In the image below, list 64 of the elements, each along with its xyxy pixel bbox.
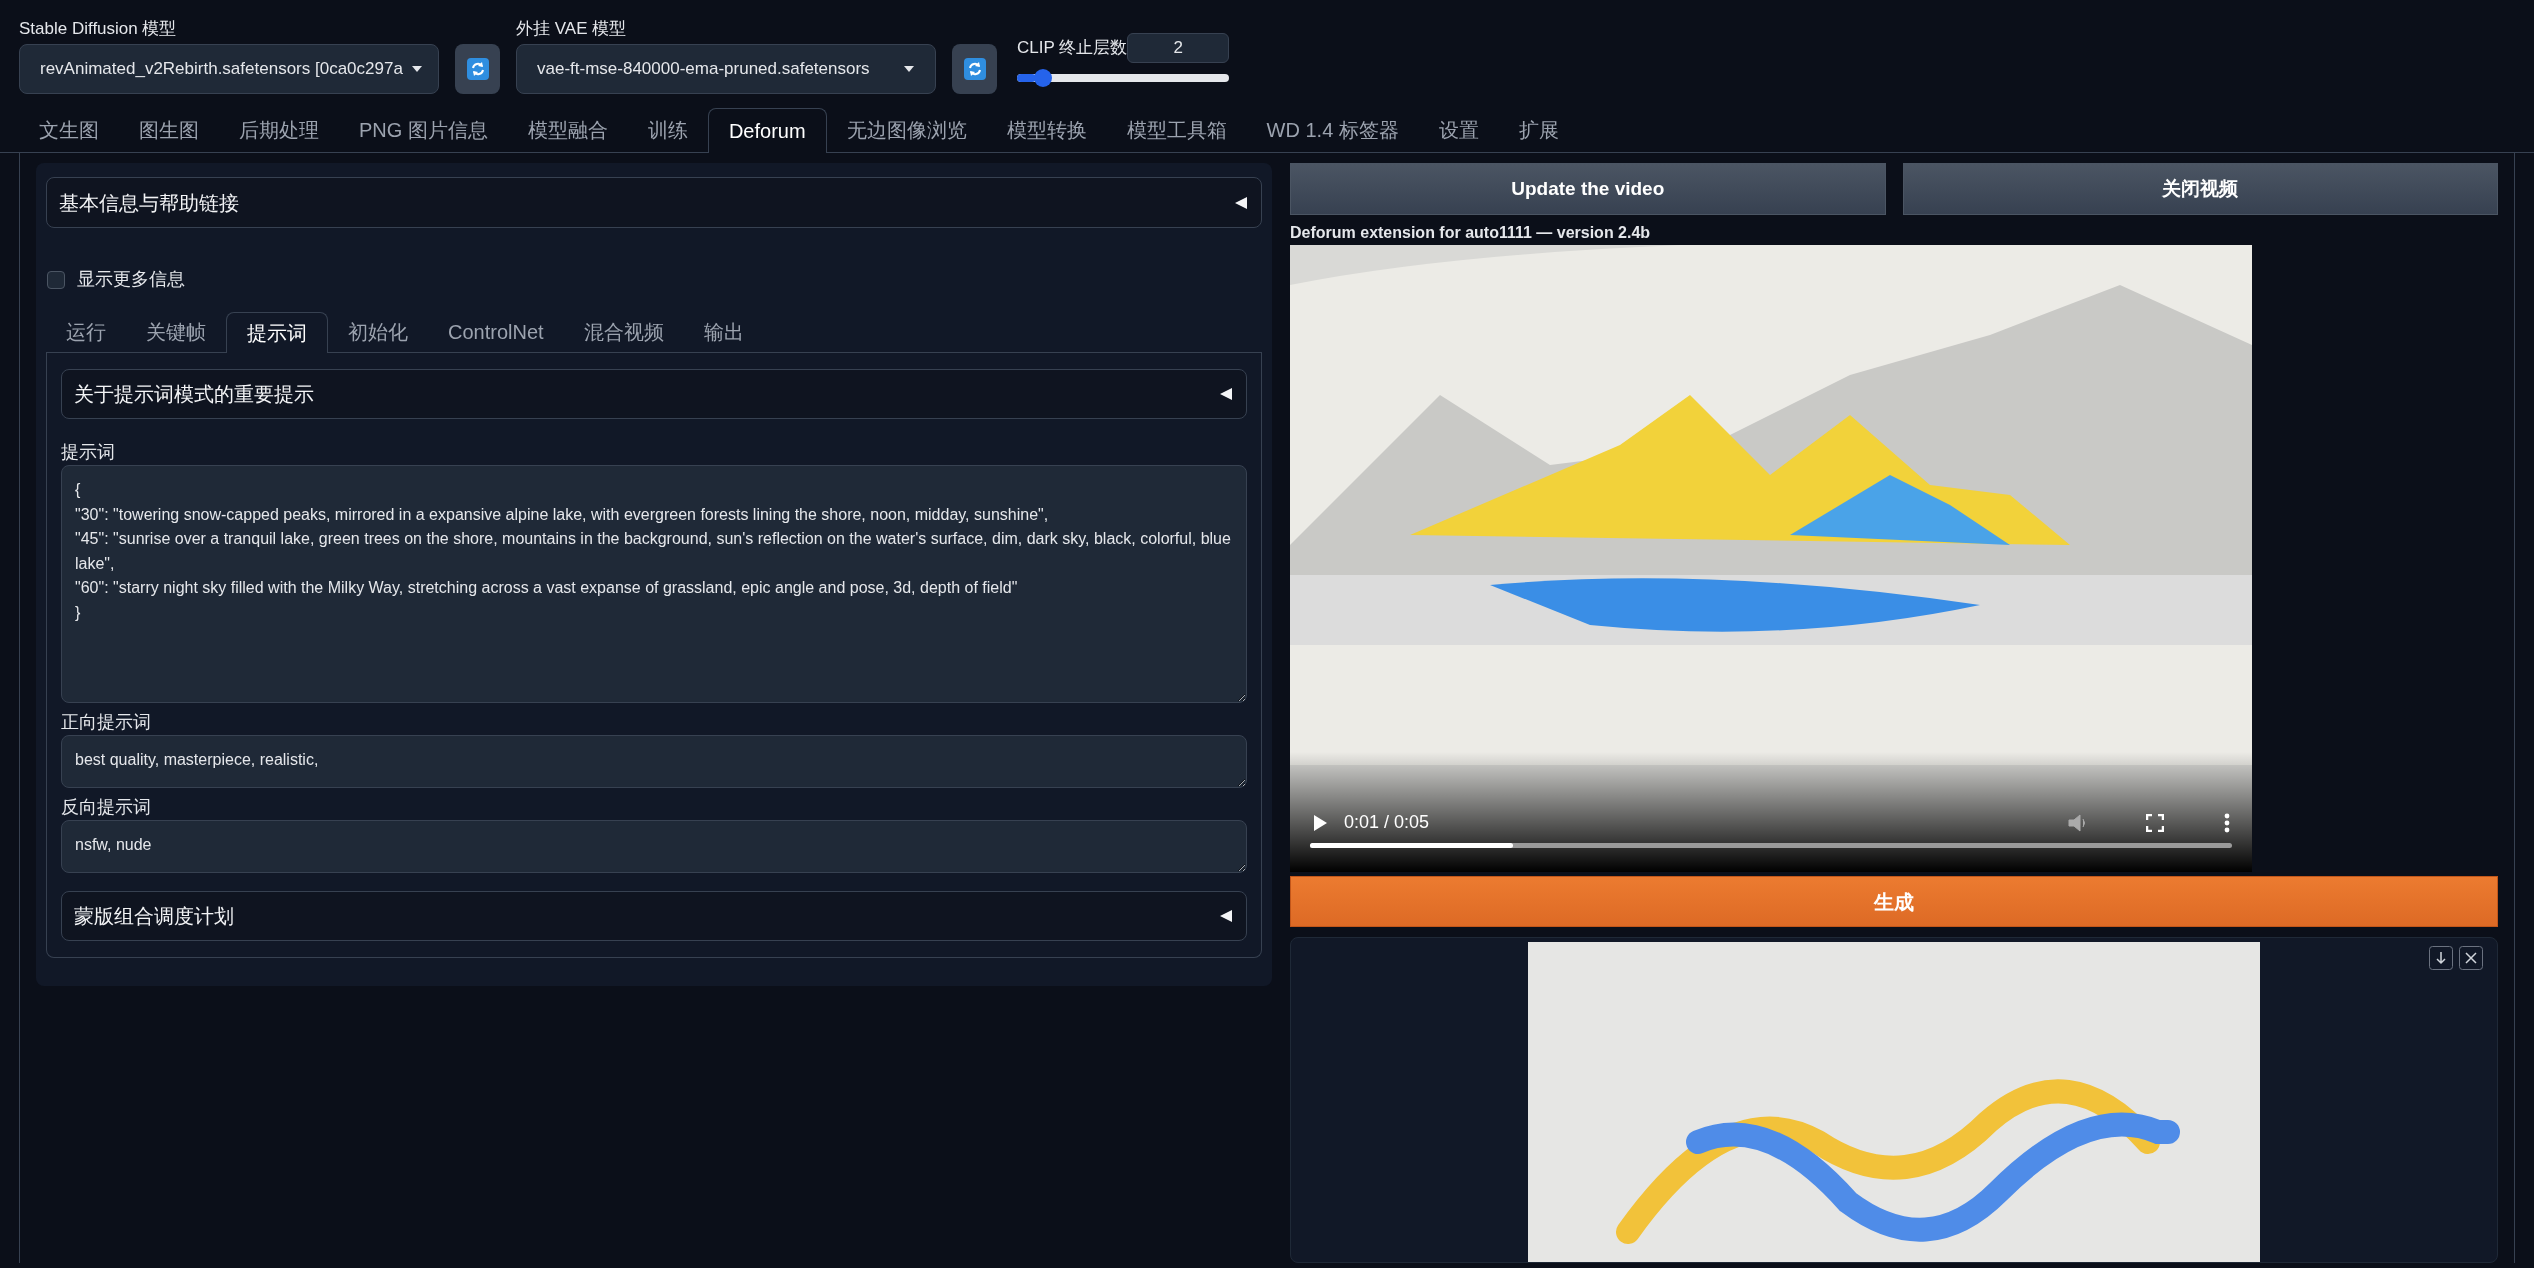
prompt-field[interactable]: nsfw, nude: [61, 820, 1247, 873]
refresh-icon: [466, 58, 489, 80]
caret-icon: [903, 65, 915, 73]
fullscreen-icon[interactable]: [2146, 813, 2164, 832]
accordion-header[interactable]: 蒙版组合调度计划: [61, 891, 1247, 941]
sub-tab[interactable]: ControlNet: [428, 312, 564, 352]
tab[interactable]: WD 1.4 标签器: [1246, 108, 1419, 152]
refresh-icon: [963, 58, 986, 80]
download-icon[interactable]: [2429, 946, 2453, 970]
sub-tab[interactable]: 关键帧: [126, 312, 226, 352]
sub-tab[interactable]: 提示词: [226, 312, 328, 353]
sub-tab[interactable]: 运行: [46, 312, 126, 352]
model-dropdown[interactable]: revAnimated_v2Rebirth.safetensors [0ca0c297a: [19, 44, 439, 94]
tab[interactable]: 后期处理: [219, 108, 339, 152]
model-dropdown[interactable]: vae-ft-mse-840000-ema-pruned.safetensors: [516, 44, 936, 94]
secondary-button[interactable]: 关闭视频: [1902, 163, 2498, 215]
checkbox-label: 显示更多信息: [77, 268, 185, 291]
accordion-header[interactable]: 关于提示词模式的重要提示: [61, 369, 1247, 419]
sub-tab[interactable]: 初始化: [328, 312, 428, 352]
dropdown-value: revAnimated_v2Rebirth.safetensors [0ca0c297a: [40, 58, 403, 81]
tab[interactable]: 图生图: [119, 108, 219, 152]
tab[interactable]: 设置: [1418, 108, 1499, 152]
collapse-arrow-icon: [1233, 194, 1249, 211]
tab[interactable]: 扩展: [1498, 108, 1579, 152]
tab[interactable]: 无边图像浏览: [826, 108, 987, 152]
field-label: 外挂 VAE 模型: [516, 18, 628, 40]
accordion-header[interactable]: 基本信息与帮助链接: [46, 177, 1262, 228]
version-caption: Deforum extension for auto1111 — version 2.4b: [1290, 223, 1652, 243]
caret-icon: [410, 65, 423, 73]
tab[interactable]: 文生图: [19, 108, 119, 152]
dropdown-value: vae-ft-mse-840000-ema-pruned.safetensors: [537, 58, 870, 81]
play-icon[interactable]: [1312, 813, 1328, 832]
refresh-button[interactable]: [952, 44, 997, 94]
close-icon[interactable]: [2459, 946, 2483, 970]
video-progress-track[interactable]: [1310, 843, 2232, 849]
field-label: 提示词: [61, 441, 116, 464]
secondary-button[interactable]: Update the video: [1290, 163, 1886, 215]
slider[interactable]: [1017, 69, 1229, 87]
tab[interactable]: 模型融合: [507, 108, 628, 152]
sub-tab[interactable]: 输出: [683, 312, 764, 352]
video-time: 0:01 / 0:05: [1344, 811, 1430, 835]
tab[interactable]: 模型工具箱: [1106, 108, 1247, 152]
field-label: Stable Diffusion 模型: [19, 18, 178, 40]
accordion-title: 关于提示词模式的重要提示: [74, 382, 314, 407]
tab[interactable]: 模型转换: [986, 108, 1107, 152]
collapse-arrow-icon: [1218, 386, 1234, 402]
tab[interactable]: Deforum: [707, 108, 827, 153]
field-label: 反向提示词: [61, 796, 152, 819]
tab[interactable]: PNG 图片信息: [339, 108, 508, 152]
video-player[interactable]: 0:01 / 0:05: [1290, 245, 2252, 873]
prompt-field[interactable]: best quality, masterpiece, realistic,: [61, 735, 1247, 788]
accordion-title: 蒙版组合调度计划: [74, 904, 234, 929]
slider-thumb[interactable]: [1034, 69, 1053, 87]
more-icon[interactable]: [2224, 812, 2230, 833]
collapse-arrow-icon: [1218, 908, 1234, 924]
prompt-field[interactable]: { "30": "towering snow-capped peaks, mirrored in a expansive alpine lake, with evergreen forests lining the shore, noon, midday, sunshine", "45": "sunrise over a tranquil lake, green trees on the shore, mountains in the background, sun's reflection on the water's surface, dim, dark sky, black, colorful, blue lake", "60": "starry night sky filled with the Milky Way, stretching across a vast expanse of grassland, epic angle and pose, 3d, depth of field" }: [61, 465, 1247, 703]
field-label: CLIP 终止层数: [1017, 37, 1128, 60]
checkbox[interactable]: [47, 270, 65, 289]
accordion-title: 基本信息与帮助链接: [59, 190, 239, 216]
field-label: 正向提示词: [61, 711, 152, 734]
tab[interactable]: 训练: [627, 108, 708, 152]
number-field[interactable]: 2: [1127, 33, 1229, 63]
refresh-button[interactable]: [455, 44, 500, 94]
sub-tab[interactable]: 混合视频: [563, 312, 684, 352]
